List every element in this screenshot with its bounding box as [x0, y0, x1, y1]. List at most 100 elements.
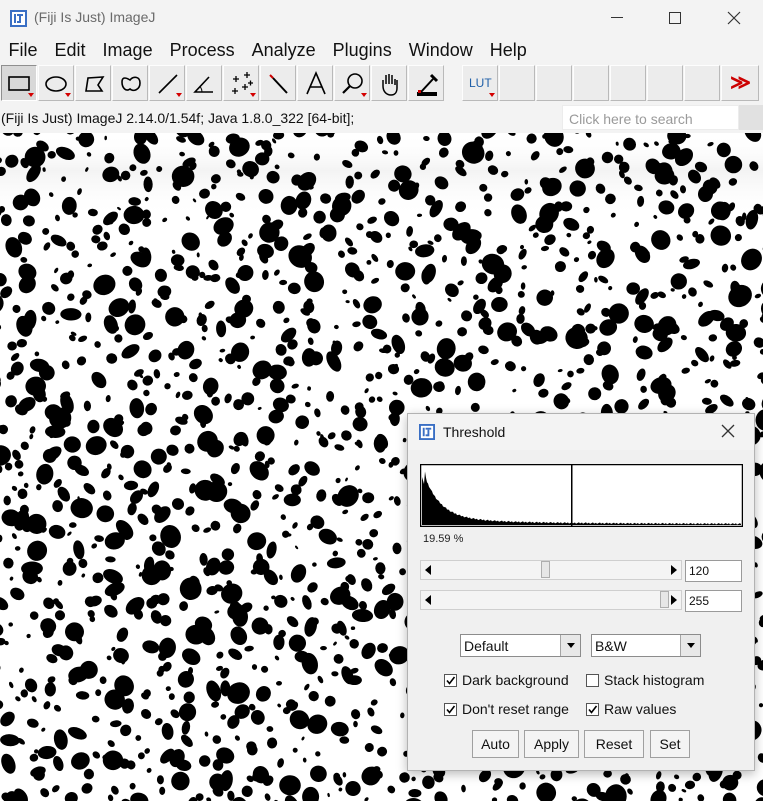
particle	[227, 482, 233, 487]
dropdown-indicator-icon	[489, 93, 495, 97]
max-threshold-slider[interactable]	[420, 590, 682, 610]
toolbar-slot-4[interactable]	[610, 65, 646, 101]
eyedropper-icon	[417, 73, 439, 96]
particle	[286, 533, 292, 537]
particle	[320, 645, 327, 651]
dropdown-indicator-icon	[361, 93, 367, 97]
particle	[366, 260, 372, 265]
status-text: (Fiji Is Just) ImageJ 2.14.0/1.54f; Java…	[1, 110, 355, 126]
menu-help[interactable]: Help	[481, 36, 535, 64]
dont-reset-range-label: Don't reset range	[462, 701, 569, 717]
lut-label: LUT	[469, 76, 492, 90]
threshold-dialog: Threshold 19.59 % 120 255 Default B&W Da…	[407, 413, 755, 771]
stack-histogram-checkbox[interactable]	[586, 674, 599, 687]
angle-tool-button[interactable]	[186, 65, 222, 101]
freehand-tool-button[interactable]	[112, 65, 148, 101]
more-tools-button[interactable]: ≫	[721, 65, 759, 101]
window-title: (Fiji Is Just) ImageJ	[34, 9, 156, 25]
minimize-button[interactable]	[588, 0, 646, 36]
particle	[273, 634, 285, 650]
slider-left-arrow[interactable]	[421, 561, 435, 579]
magnifier-tool-button[interactable]	[334, 65, 370, 101]
polygon-tool-button[interactable]	[75, 65, 111, 101]
fiji-app-icon	[419, 424, 435, 440]
particle	[283, 493, 301, 507]
particle	[342, 289, 348, 295]
particle	[159, 786, 166, 796]
right-arrow-icon	[671, 565, 677, 575]
polygon-selection-icon	[85, 76, 105, 92]
multipoint-tool-button[interactable]	[223, 65, 259, 101]
search-options-button[interactable]	[739, 105, 763, 130]
menu-window[interactable]: Window	[400, 36, 481, 64]
checkmark-icon	[446, 705, 456, 714]
reset-button[interactable]: Reset	[584, 730, 644, 758]
dark-background-label: Dark background	[462, 672, 569, 688]
menu-image[interactable]: Image	[94, 36, 161, 64]
color-picker-tool-button[interactable]	[408, 65, 444, 101]
line-tool-button[interactable]	[149, 65, 185, 101]
min-slider-thumb[interactable]	[540, 561, 550, 578]
auto-button[interactable]: Auto	[472, 730, 519, 758]
toolbar-slot-1[interactable]	[499, 65, 535, 101]
toolbar-slot-2[interactable]	[536, 65, 572, 101]
rectangle-tool-button[interactable]	[1, 65, 37, 101]
menu-process[interactable]: Process	[161, 36, 243, 64]
threshold-close-icon[interactable]	[720, 423, 736, 439]
raw-values-checkbox[interactable]	[586, 703, 599, 716]
max-threshold-field[interactable]: 255	[685, 590, 742, 612]
threshold-title: Threshold	[443, 424, 506, 440]
dropdown-indicator-icon	[250, 93, 256, 97]
menu-analyze[interactable]: Analyze	[243, 36, 324, 64]
menu-file[interactable]: File	[0, 36, 46, 64]
dropdown-indicator-icon	[176, 93, 182, 97]
threshold-title-bar: Threshold	[408, 414, 754, 450]
lut-menu-button[interactable]: LUT	[462, 65, 498, 101]
method-select[interactable]: Default	[460, 634, 581, 657]
left-arrow-icon	[425, 565, 431, 575]
display-mode-value: B&W	[595, 638, 627, 654]
close-icon	[727, 11, 741, 25]
menu-plugins[interactable]: Plugins	[324, 36, 400, 64]
set-button[interactable]: Set	[650, 730, 690, 758]
angle-icon	[193, 76, 213, 93]
dark-background-checkbox[interactable]	[444, 674, 457, 687]
oval-tool-button[interactable]	[38, 65, 74, 101]
right-arrow-icon	[671, 595, 677, 605]
wand-tool-button[interactable]	[260, 65, 296, 101]
particle	[346, 675, 362, 685]
threshold-histogram	[420, 464, 743, 527]
text-tool-button[interactable]	[297, 65, 333, 101]
title-bar: (Fiji Is Just) ImageJ	[0, 0, 763, 36]
apply-button[interactable]: Apply	[524, 730, 579, 758]
fiji-app-icon	[10, 10, 27, 27]
hand-tool-button[interactable]	[371, 65, 407, 101]
chevron-down-icon	[560, 635, 580, 656]
checkmark-icon	[446, 676, 456, 685]
particle	[524, 179, 529, 185]
slider-right-arrow[interactable]	[667, 561, 681, 579]
raw-values-label: Raw values	[604, 701, 677, 717]
menu-edit[interactable]: Edit	[46, 36, 94, 64]
slider-left-arrow[interactable]	[421, 591, 435, 609]
search-input[interactable]: Click here to search	[562, 105, 739, 130]
more-tools-icon: ≫	[730, 72, 751, 94]
toolbar-slot-3[interactable]	[573, 65, 609, 101]
toolbar-slot-6[interactable]	[684, 65, 720, 101]
stack-histogram-label: Stack histogram	[604, 672, 705, 688]
threshold-percentage: 19.59 %	[423, 533, 464, 545]
maximize-button[interactable]	[646, 0, 704, 36]
text-tool-icon	[306, 70, 326, 95]
display-mode-select[interactable]: B&W	[591, 634, 701, 657]
min-threshold-field[interactable]: 120	[685, 560, 742, 582]
slider-right-arrow[interactable]	[667, 591, 681, 609]
toolbar-slot-5[interactable]	[647, 65, 683, 101]
particle	[220, 680, 231, 697]
maximize-icon	[668, 11, 681, 24]
particle	[158, 652, 167, 661]
min-threshold-slider[interactable]	[420, 560, 682, 580]
dont-reset-range-checkbox[interactable]	[444, 703, 457, 716]
close-button[interactable]	[705, 0, 763, 36]
magic-wand-icon	[269, 74, 288, 94]
hand-scroll-icon	[382, 74, 398, 96]
